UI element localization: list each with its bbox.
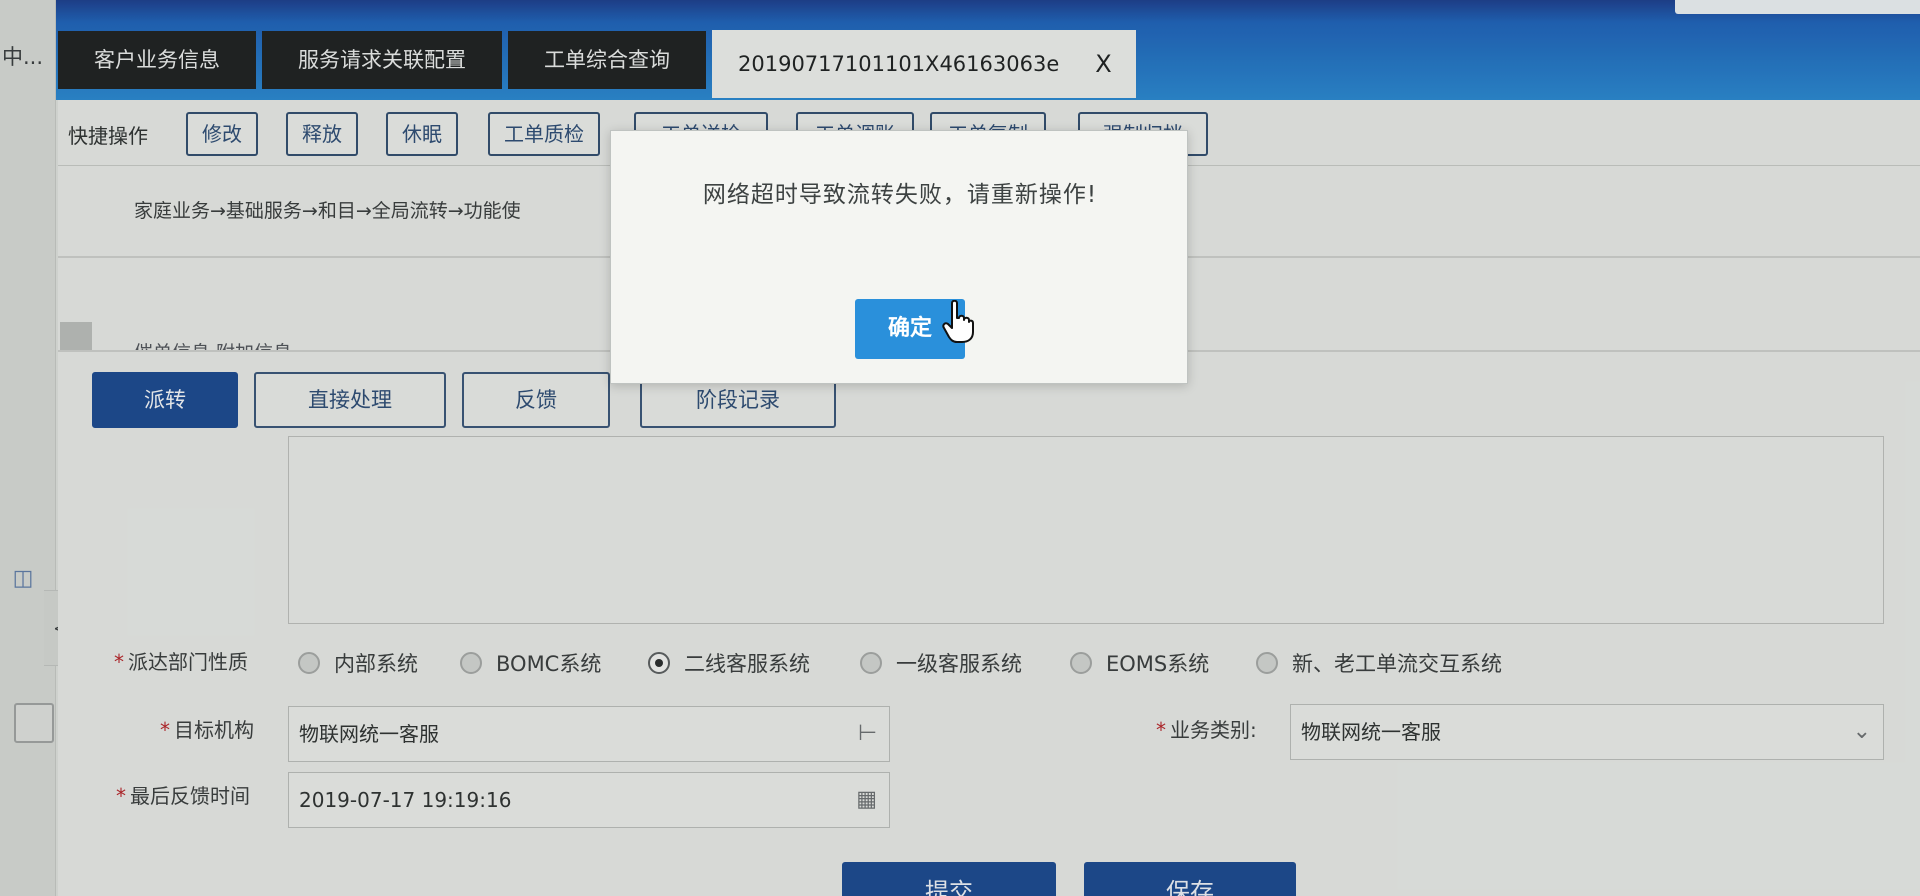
error-message: 网络超时导致流转失败，请重新操作! bbox=[702, 182, 1098, 208]
error-dialog: 网络超时导致流转失败，请重新操作! 确定 bbox=[610, 130, 1188, 384]
hand-cursor-icon bbox=[942, 300, 974, 343]
